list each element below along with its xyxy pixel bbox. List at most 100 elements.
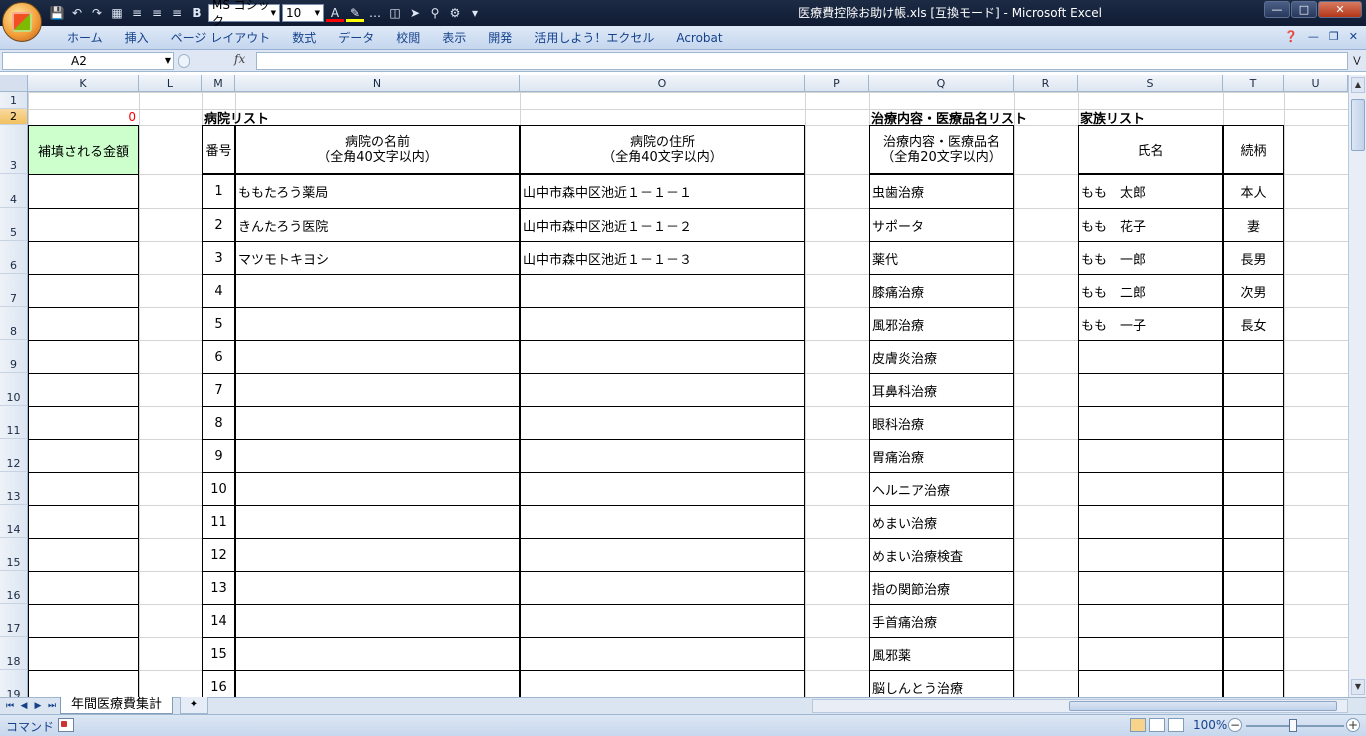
column-header-col-s[interactable]: S (1078, 75, 1223, 92)
chevron-down-icon[interactable]: ▼ (165, 53, 171, 69)
vertical-scrollbar[interactable]: ▲ ▼ (1348, 75, 1366, 697)
hospital-row-address[interactable] (520, 307, 805, 341)
hospital-row-address[interactable] (520, 670, 805, 697)
borders-icon[interactable]: ▦ (108, 4, 126, 22)
align-left-icon[interactable]: ≡ (128, 4, 146, 22)
family-row-name[interactable] (1078, 571, 1223, 605)
normal-view-icon[interactable] (1130, 718, 1146, 732)
hospital-row-num[interactable]: 14 (202, 604, 235, 638)
row-header[interactable]: 19 (0, 670, 28, 697)
hospital-row-name[interactable] (235, 637, 520, 671)
column-header-col-r[interactable]: R (1014, 75, 1078, 92)
bold-icon[interactable]: B (188, 4, 206, 22)
sheet-tab-annual-medical[interactable]: 年間医療費集計 (60, 697, 174, 714)
treatment-item[interactable]: 膝痛治療 (869, 274, 1014, 308)
treatment-item[interactable]: 風邪治療 (869, 307, 1014, 341)
column-header-col-t[interactable]: T (1223, 75, 1284, 92)
family-row-name[interactable] (1078, 505, 1223, 539)
family-row-name[interactable] (1078, 406, 1223, 440)
family-row-relation[interactable] (1223, 538, 1284, 572)
help-icon[interactable]: ❓ (1284, 30, 1298, 43)
cell-k-amount[interactable] (28, 340, 139, 374)
row-header[interactable]: 3 (0, 125, 28, 174)
hospital-row-address[interactable] (520, 340, 805, 374)
cell-k-amount[interactable] (28, 174, 139, 209)
column-header-col-k[interactable]: K (28, 75, 139, 92)
tab-home[interactable]: ホーム (56, 26, 114, 50)
tab-developer[interactable]: 開発 (477, 26, 523, 50)
fill-color-icon[interactable]: ✎ (346, 4, 364, 22)
family-row-relation[interactable] (1223, 439, 1284, 473)
zoom-level[interactable]: 100% (1193, 718, 1227, 732)
treatment-item[interactable]: 手首痛治療 (869, 604, 1014, 638)
hospital-row-address[interactable] (520, 604, 805, 638)
hospital-row-name[interactable] (235, 604, 520, 638)
font-size-select[interactable]: 10 ▼ (282, 4, 324, 22)
family-row-relation[interactable]: 次男 (1223, 274, 1284, 308)
tab-insert[interactable]: 挿入 (114, 26, 160, 50)
family-row-name[interactable] (1078, 373, 1223, 407)
family-row-name[interactable]: もも 太郎 (1078, 174, 1223, 209)
family-row-relation[interactable] (1223, 373, 1284, 407)
maximize-button[interactable]: □ (1291, 1, 1317, 18)
treatment-item[interactable]: めまい治療検査 (869, 538, 1014, 572)
scroll-up-icon[interactable]: ▲ (1351, 77, 1365, 93)
pointer-icon[interactable]: ➤ (406, 4, 424, 22)
page-layout-view-icon[interactable] (1149, 718, 1165, 732)
hospital-row-address[interactable]: 山中市森中区池近１－１－２ (520, 208, 805, 242)
treatment-item[interactable]: 眼科治療 (869, 406, 1014, 440)
decimal-icon[interactable]: … (366, 4, 384, 22)
prev-sheet-icon[interactable]: ◀ (18, 699, 30, 713)
family-row-name[interactable]: もも 一郎 (1078, 241, 1223, 275)
tab-formulas[interactable]: 数式 (281, 26, 327, 50)
hospital-row-num[interactable]: 10 (202, 472, 235, 506)
name-box[interactable]: A2 ▼ (2, 52, 174, 70)
expand-formula-icon[interactable]: ⋁ (1350, 53, 1364, 69)
cell-k-amount[interactable] (28, 208, 139, 242)
hospital-row-num[interactable]: 15 (202, 637, 235, 671)
treatment-list-title[interactable]: 治療内容・医療品名リスト (871, 109, 1077, 126)
minimize-button[interactable]: — (1264, 1, 1290, 18)
hospital-row-num[interactable]: 1 (202, 174, 235, 209)
scroll-down-icon[interactable]: ▼ (1351, 679, 1365, 695)
column-header-col-m[interactable]: M (202, 75, 235, 92)
hospital-list-title[interactable]: 病院リスト (204, 109, 520, 126)
hospital-row-address[interactable] (520, 406, 805, 440)
hospital-row-num[interactable]: 3 (202, 241, 235, 275)
insert-function-icon[interactable]: fx (234, 52, 245, 66)
row-header[interactable]: 12 (0, 439, 28, 472)
treatment-item[interactable]: 胃痛治療 (869, 439, 1014, 473)
family-header-relation[interactable]: 続柄 (1223, 125, 1284, 174)
row-header[interactable]: 7 (0, 274, 28, 307)
family-header-name[interactable]: 氏名 (1078, 125, 1223, 174)
family-row-name[interactable] (1078, 340, 1223, 374)
ribbon-minimize-icon[interactable]: — (1308, 30, 1319, 43)
column-header-col-l[interactable]: L (139, 75, 202, 92)
row-header[interactable]: 9 (0, 340, 28, 373)
hospital-row-name[interactable]: マツモトキヨシ (235, 241, 520, 275)
zoom-slider-thumb[interactable] (1289, 719, 1297, 732)
format-icon[interactable]: ◫ (386, 4, 404, 22)
hospital-row-num[interactable]: 13 (202, 571, 235, 605)
hospital-row-num[interactable]: 6 (202, 340, 235, 374)
family-row-relation[interactable] (1223, 604, 1284, 638)
ribbon-close-icon[interactable]: ✕ (1349, 30, 1358, 43)
cell-k-amount[interactable] (28, 670, 139, 697)
cell-k-amount[interactable] (28, 538, 139, 572)
hospital-row-name[interactable] (235, 373, 520, 407)
hospital-row-num[interactable]: 4 (202, 274, 235, 308)
row-header[interactable]: 10 (0, 373, 28, 406)
next-sheet-icon[interactable]: ▶ (32, 699, 44, 713)
formula-bar-resize-handle[interactable] (178, 54, 190, 68)
family-row-name[interactable] (1078, 472, 1223, 506)
treatment-item[interactable]: 脳しんとう治療 (869, 670, 1014, 697)
tab-review[interactable]: 校閲 (385, 26, 431, 50)
family-row-relation[interactable] (1223, 406, 1284, 440)
row-header[interactable]: 1 (0, 92, 28, 109)
cell-k-amount[interactable] (28, 505, 139, 539)
family-row-relation[interactable]: 長女 (1223, 307, 1284, 341)
treatment-item[interactable]: 皮膚炎治療 (869, 340, 1014, 374)
family-list-title[interactable]: 家族リスト (1080, 109, 1223, 126)
column-header-col-n[interactable]: N (235, 75, 520, 92)
hospital-header-num[interactable]: 番号 (202, 125, 235, 174)
